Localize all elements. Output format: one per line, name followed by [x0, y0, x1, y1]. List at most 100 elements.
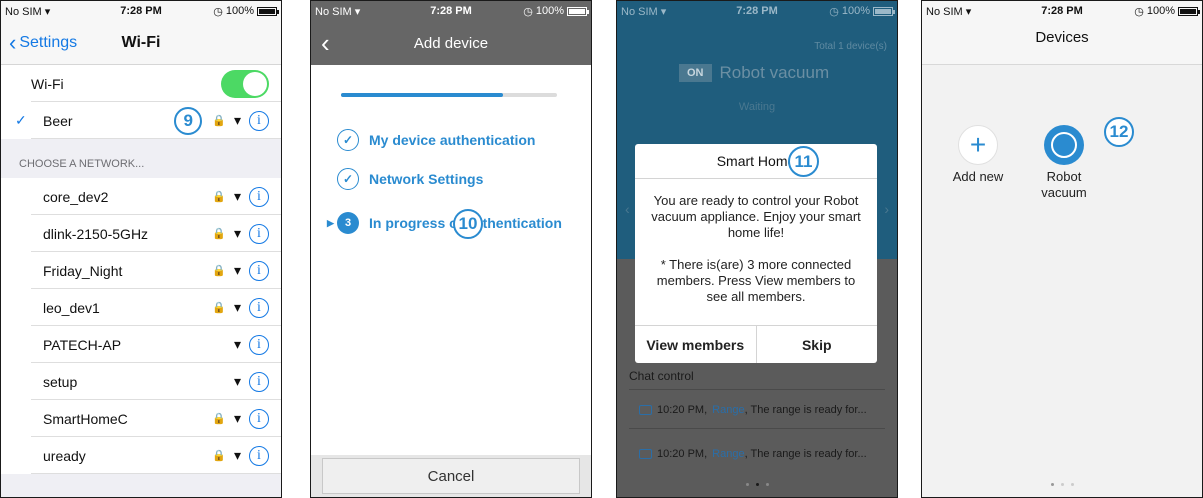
alarm-icon: ◷ [1134, 5, 1144, 18]
chat-control-header: Chat control [629, 369, 694, 383]
info-icon[interactable]: i [249, 445, 269, 466]
page-indicator [617, 483, 897, 486]
chevron-right-icon[interactable]: › [884, 201, 889, 217]
status-bar: No SIM ▾ 7:28 PM ◷ 100% [922, 1, 1202, 21]
info-icon[interactable]: i [249, 334, 269, 355]
network-row[interactable]: SmartHomeC 🔒 ▾ i [1, 400, 281, 437]
dialog-message: You are ready to control your Robot vacu… [651, 193, 861, 240]
network-row[interactable]: setup ▾ i [1, 363, 281, 400]
network-name: SmartHomeC [43, 410, 128, 427]
wifi-icon: ▾ [233, 336, 241, 352]
chevron-left-icon: ‹ [9, 29, 17, 55]
chat-item[interactable]: 10:20 PM, Range, The range is ready for.… [639, 404, 867, 416]
battery-icon [1178, 6, 1200, 16]
lock-icon: 🔒 [212, 302, 226, 314]
section-header: CHOOSE A NETWORK... [1, 139, 281, 178]
add-new-tile[interactable]: + Add new [938, 125, 1018, 185]
robot-vacuum-icon [1044, 125, 1084, 165]
network-name: core_dev2 [43, 188, 109, 205]
tile-label: Add new [952, 169, 1004, 184]
network-name: leo_dev1 [43, 299, 100, 316]
device-name: Robot vacuum [719, 63, 830, 82]
network-row[interactable]: core_dev2 🔒 ▾ i [1, 178, 281, 215]
battery-icon [257, 6, 279, 16]
step-label: Network Settings [369, 171, 484, 187]
status-bar: No SIM ▾ 7:28 PM ◷ 100% [311, 1, 591, 21]
step-marker-11: 11 [788, 146, 819, 177]
info-icon[interactable]: i [249, 223, 269, 244]
carrier-label: No SIM ▾ [5, 5, 51, 18]
page-indicator [922, 483, 1202, 486]
progress-fill [341, 93, 503, 97]
wifi-icon: ▾ [233, 188, 241, 204]
back-label: Settings [19, 33, 78, 51]
battery-status: ◷ 100% [213, 5, 279, 18]
connected-network-row[interactable]: ✓ Beer 9 🔒 ▾ i [1, 102, 281, 139]
back-button[interactable]: ‹ Settings [1, 29, 78, 55]
info-icon[interactable]: i [249, 371, 269, 392]
wifi-icon: ▾ [233, 410, 241, 426]
alarm-icon: ◷ [829, 5, 839, 18]
chat-item[interactable]: 10:20 PM, Range, The range is ready for.… [639, 448, 867, 460]
network-name: setup [43, 373, 78, 390]
devices-screen: No SIM ▾ 7:28 PM ◷ 100% Devices + Add new… [921, 0, 1203, 498]
dialog-title: Smart Home [635, 144, 877, 179]
battery-status: ◷ 100% [523, 5, 589, 18]
nav-bar: ‹ Settings Wi-Fi [1, 21, 281, 65]
footer: Cancel [311, 455, 591, 497]
check-circle-icon: ✓ [337, 168, 359, 190]
progress-bar [341, 93, 557, 97]
current-step-arrow-icon: ▶ [327, 217, 334, 228]
skip-button[interactable]: Skip [755, 326, 878, 363]
network-name: PATECH-AP [43, 336, 122, 353]
step-marker-10: 10 [453, 209, 483, 239]
back-chevron-icon[interactable]: ‹ [311, 28, 330, 59]
checkmark-icon: ✓ [15, 112, 27, 128]
wifi-settings-screen: No SIM ▾ 7:28 PM ◷ 100% ‹ Settings Wi-Fi … [0, 0, 282, 498]
cancel-button[interactable]: Cancel [322, 458, 580, 494]
wifi-toggle-row: Wi-Fi [1, 65, 281, 102]
battery-status: ◷ 100% [829, 5, 895, 18]
lock-icon: 🔒 [212, 265, 226, 277]
network-row[interactable]: uready 🔒 ▾ i [1, 437, 281, 474]
add-device-screen: No SIM ▾ 7:28 PM ◷ 100% ‹ Add device ✓ My… [310, 0, 592, 498]
alarm-icon: ◷ [213, 5, 223, 18]
wifi-signal-icon: ▾ [660, 5, 667, 18]
lock-icon: 🔒 [212, 228, 226, 240]
info-icon[interactable]: i [249, 297, 269, 318]
battery-status: ◷ 100% [1134, 5, 1200, 18]
step-network-settings: ✓ Network Settings [337, 168, 483, 190]
status-time: 7:28 PM [736, 5, 778, 17]
lock-icon: 🔒 [212, 413, 226, 425]
network-row[interactable]: leo_dev1 🔒 ▾ i [1, 289, 281, 326]
step-authentication-progress: ▶ 3 In progress of authentication [327, 212, 562, 234]
wifi-icon: ▾ [233, 299, 241, 315]
device-count: Total 1 device(s) [814, 41, 887, 52]
network-row[interactable]: PATECH-AP ▾ i [1, 326, 281, 363]
view-members-button[interactable]: View members [635, 326, 756, 363]
wifi-toggle[interactable] [221, 69, 269, 98]
wifi-icon: ▾ [233, 262, 241, 278]
info-icon[interactable]: i [249, 408, 269, 429]
carrier-label: No SIM ▾ [926, 5, 972, 18]
power-on-badge[interactable]: ON [679, 64, 712, 82]
device-control-screen: No SIM ▾ 7:28 PM ◷ 100% Total 1 device(s)… [616, 0, 898, 498]
device-status: Waiting [738, 101, 776, 113]
network-row[interactable]: dlink-2150-5GHz 🔒 ▾ i [1, 215, 281, 252]
info-icon[interactable]: i [249, 186, 269, 207]
robot-vacuum-tile[interactable]: Robot vacuum [1024, 125, 1104, 201]
info-icon[interactable]: i [249, 110, 269, 131]
step-label: My device authentication [369, 132, 536, 148]
wifi-signal-icon: ▾ [44, 5, 51, 18]
lock-icon: 🔒 [212, 115, 226, 127]
wifi-signal-icon: ▾ [354, 5, 361, 18]
smart-home-dialog: Smart Home 11 You are ready to control y… [635, 144, 877, 363]
network-row[interactable]: Friday_Night 🔒 ▾ i [1, 252, 281, 289]
info-icon[interactable]: i [249, 260, 269, 281]
network-name: Beer [43, 112, 73, 129]
step-marker-12: 12 [1104, 117, 1134, 147]
chevron-left-icon[interactable]: ‹ [625, 201, 630, 217]
dialog-note: * There is(are) 3 more connected members… [656, 257, 856, 304]
tile-label: Robot vacuum [1041, 169, 1087, 200]
wifi-icon: ▾ [233, 373, 241, 389]
